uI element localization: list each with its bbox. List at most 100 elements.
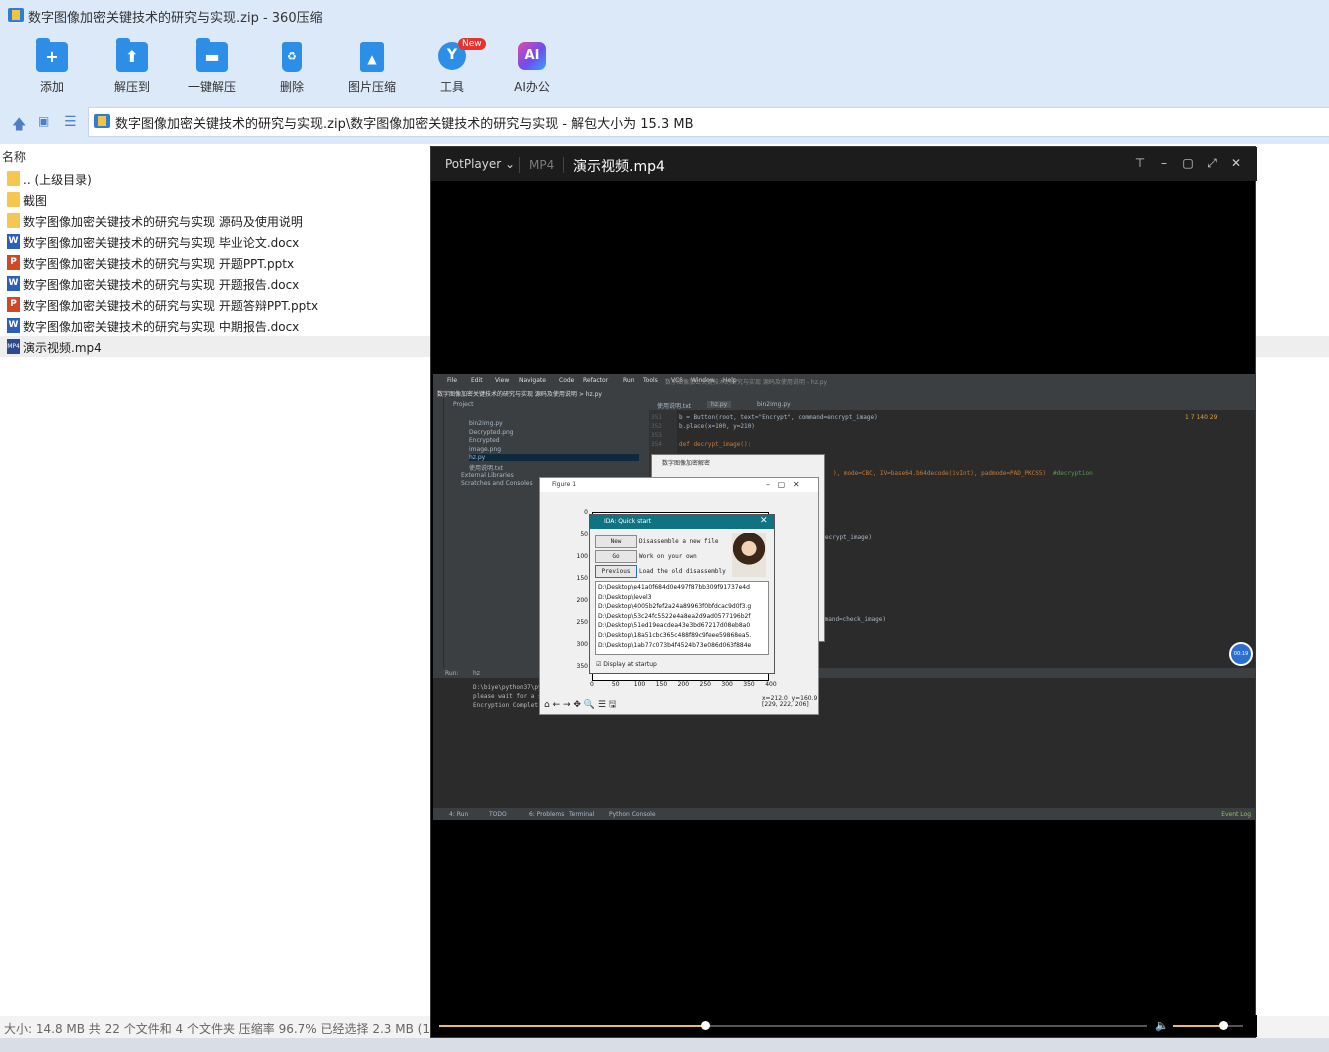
project-tree-item[interactable]: Scratches and Consoles [461,480,533,487]
ida-recent-item[interactable]: D:\Desktop\level3 [598,594,652,601]
ida-recent-item[interactable]: D:\Desktop\53c24fc5522e4a8ea2d9ad0577196… [598,613,750,620]
ide-menu-item[interactable]: Tools [643,377,658,384]
ida-recent-item[interactable]: D:\Desktop\e41a0f684d0e497f87bb309f91737… [598,584,750,591]
project-tree-item[interactable]: bin2img.py [469,420,503,427]
one-click-extract-icon: ▬ [196,38,228,72]
file-name: 数字图像加密关键技术的研究与实现 开题PPT.pptx [23,257,295,271]
file-name: .. (上级目录) [23,173,92,187]
column-header-name[interactable]: 名称 [2,148,26,165]
display-at-startup-checkbox[interactable]: ☑ Display at startup [596,661,657,668]
y-tick-label: 0 [584,509,588,516]
path-field[interactable]: 数字图像加密关键技术的研究与实现.zip\数字图像加密关键技术的研究与实现 - … [88,107,1329,137]
volume-handle[interactable] [1219,1021,1228,1030]
archive-icon [94,114,110,128]
figure-toolbar: ⌂ ← → ✥ 🔍 ☰ 🖫 x=212.0 y=160.9 [229, 222,… [540,694,818,714]
ide-menu-item[interactable]: Edit [471,377,483,384]
add-button[interactable]: + 添加 [12,38,92,96]
recording-timer-badge: 00:19 [1229,642,1253,666]
archive-icon [8,8,24,22]
extract-to-button[interactable]: ⬆ 解压到 [92,38,172,96]
thumbnail-view-icon[interactable]: ▣ [38,114,49,128]
x-tick-label: 400 [765,681,777,688]
editor-tab[interactable]: 使用说明.txt [657,401,691,410]
ida-new-button[interactable]: New [595,535,637,548]
ida-previous-button[interactable]: Previous [595,565,637,578]
run-output-line: D:\biye\python37\py [473,684,542,691]
word-doc-icon: W [7,318,20,333]
ide-menu-item[interactable]: Run [623,377,635,384]
volume-icon[interactable]: 🔈 [1155,1019,1169,1032]
y-tick-label: 250 [576,619,588,626]
new-badge: New [458,38,486,50]
code-fragment: ), mode=CBC, IV=base64.b64decode(ivInt),… [833,470,1047,477]
file-name: 数字图像加密关键技术的研究与实现 源码及使用说明 [23,215,303,229]
tools-button[interactable]: Y New 工具 [412,38,492,96]
fullscreen-icon[interactable]: ⤢ [1203,156,1221,171]
extract-to-icon: ⬆ [116,38,148,72]
editor-tab[interactable]: bin2img.py [757,401,791,408]
ida-recent-item[interactable]: D:\Desktop\51ed19eacdea43e3bd67217d08eb8… [598,622,750,629]
up-level-icon[interactable]: 🡅 [12,114,26,138]
x-tick-label: 300 [721,681,733,688]
inspection-summary: 1 7 140 29 [1185,414,1218,421]
ide-menu-item[interactable]: File [447,377,457,384]
bottom-tool-tab[interactable]: 4: Run [449,811,468,818]
figure-title-bar: Figure 1 – ▢ ✕ [540,478,818,492]
project-tree-item[interactable]: image.png [469,446,501,453]
ide-menu-item[interactable]: View [495,377,509,384]
close-icon[interactable]: ✕ [1227,156,1245,170]
x-tick-label: 150 [655,681,668,688]
ai-office-button[interactable]: AI AI办公 [492,40,572,96]
ppt-icon: P [7,255,20,270]
list-view-icon[interactable]: ☰ [64,114,77,130]
x-tick-label: 200 [677,681,690,688]
y-tick-label: 350 [576,663,588,670]
figure-nav-icons[interactable]: ⌂ ← → ✥ 🔍 ☰ 🖫 [544,697,616,713]
ida-recent-item[interactable]: D:\Desktop\18a51cbc365c488f89c9feee59868… [598,632,751,639]
maximize-icon[interactable]: ▢ [1179,156,1197,170]
delete-button[interactable]: ♻ 删除 [252,40,332,96]
seek-handle[interactable] [701,1021,710,1030]
code-comment: #decryption [1053,470,1093,477]
ida-recent-item[interactable]: D:\Desktop\4005b2fef2a24a89963f0bfdcac9d… [598,603,751,610]
ida-quick-start-dialog: IDA: Quick start ✕ New Disassemble a new… [589,514,775,674]
bottom-tool-tab[interactable]: Terminal [569,811,594,818]
ida-go-button[interactable]: Go [595,550,637,563]
y-tick-label: 50 [580,531,588,538]
ide-menu-item[interactable]: Refactor [583,377,608,384]
project-tree-item[interactable]: External Libraries [461,472,514,479]
word-doc-icon: W [7,276,20,291]
ai-office-icon: AI [518,42,546,70]
line-number: 352 [651,423,662,430]
code-fragment: mmand=check_image) [821,616,887,623]
video-frame[interactable]: 数字图像加密关键技术的研究与实现 源码及使用说明 > hz.py Project… [433,374,1255,820]
ide-menu-item[interactable]: Code [559,377,574,384]
bottom-tool-tab[interactable]: Python Console [609,811,656,818]
project-tree-item[interactable]: Encrypted [469,437,500,444]
x-tick-label: 350 [743,681,755,688]
run-output-line: Encryption Complet [473,702,539,709]
project-tree-item[interactable]: Decrypted.png [469,429,514,436]
ide-menu-item[interactable]: Navigate [519,377,546,384]
x-tick-label: 100 [633,681,646,688]
close-icon[interactable]: ✕ [760,516,768,526]
folder-icon [7,192,20,207]
bottom-tool-tab[interactable]: 6: Problems [529,811,564,818]
file-name: 演示视频.mp4 [573,159,665,175]
editor-tab[interactable]: hz.py [707,401,732,408]
x-tick-label: 0 [590,681,594,688]
image-compress-button[interactable]: ▲ 图片压缩 [332,40,412,96]
ida-recent-item[interactable]: D:\Desktop\1ab77c073b4f4524b73e086d063f8… [598,642,751,649]
player-menu-button[interactable]: PotPlayer ⌄ [445,157,515,171]
project-tree-item[interactable]: hz.py [469,454,639,462]
one-click-extract-button[interactable]: ▬ 一键解压 [172,38,252,96]
pin-icon[interactable]: ⊤ [1131,156,1149,170]
line-number: 351 [651,414,662,421]
potplayer-window: PotPlayer ⌄ MP4 演示视频.mp4 ⊤ – ▢ ⤢ ✕ 数字图像加… [430,146,1257,1038]
code-line: def decrypt_image(): [679,441,752,448]
y-tick-label: 300 [576,641,588,648]
path-text: 数字图像加密关键技术的研究与实现.zip\数字图像加密关键技术的研究与实现 - … [115,117,694,132]
minimize-icon[interactable]: – [1155,156,1173,170]
bottom-tool-tab[interactable]: TODO [489,811,507,818]
ida-recent-list[interactable]: D:\Desktop\e41a0f684d0e497f87bb309f91737… [595,581,769,655]
